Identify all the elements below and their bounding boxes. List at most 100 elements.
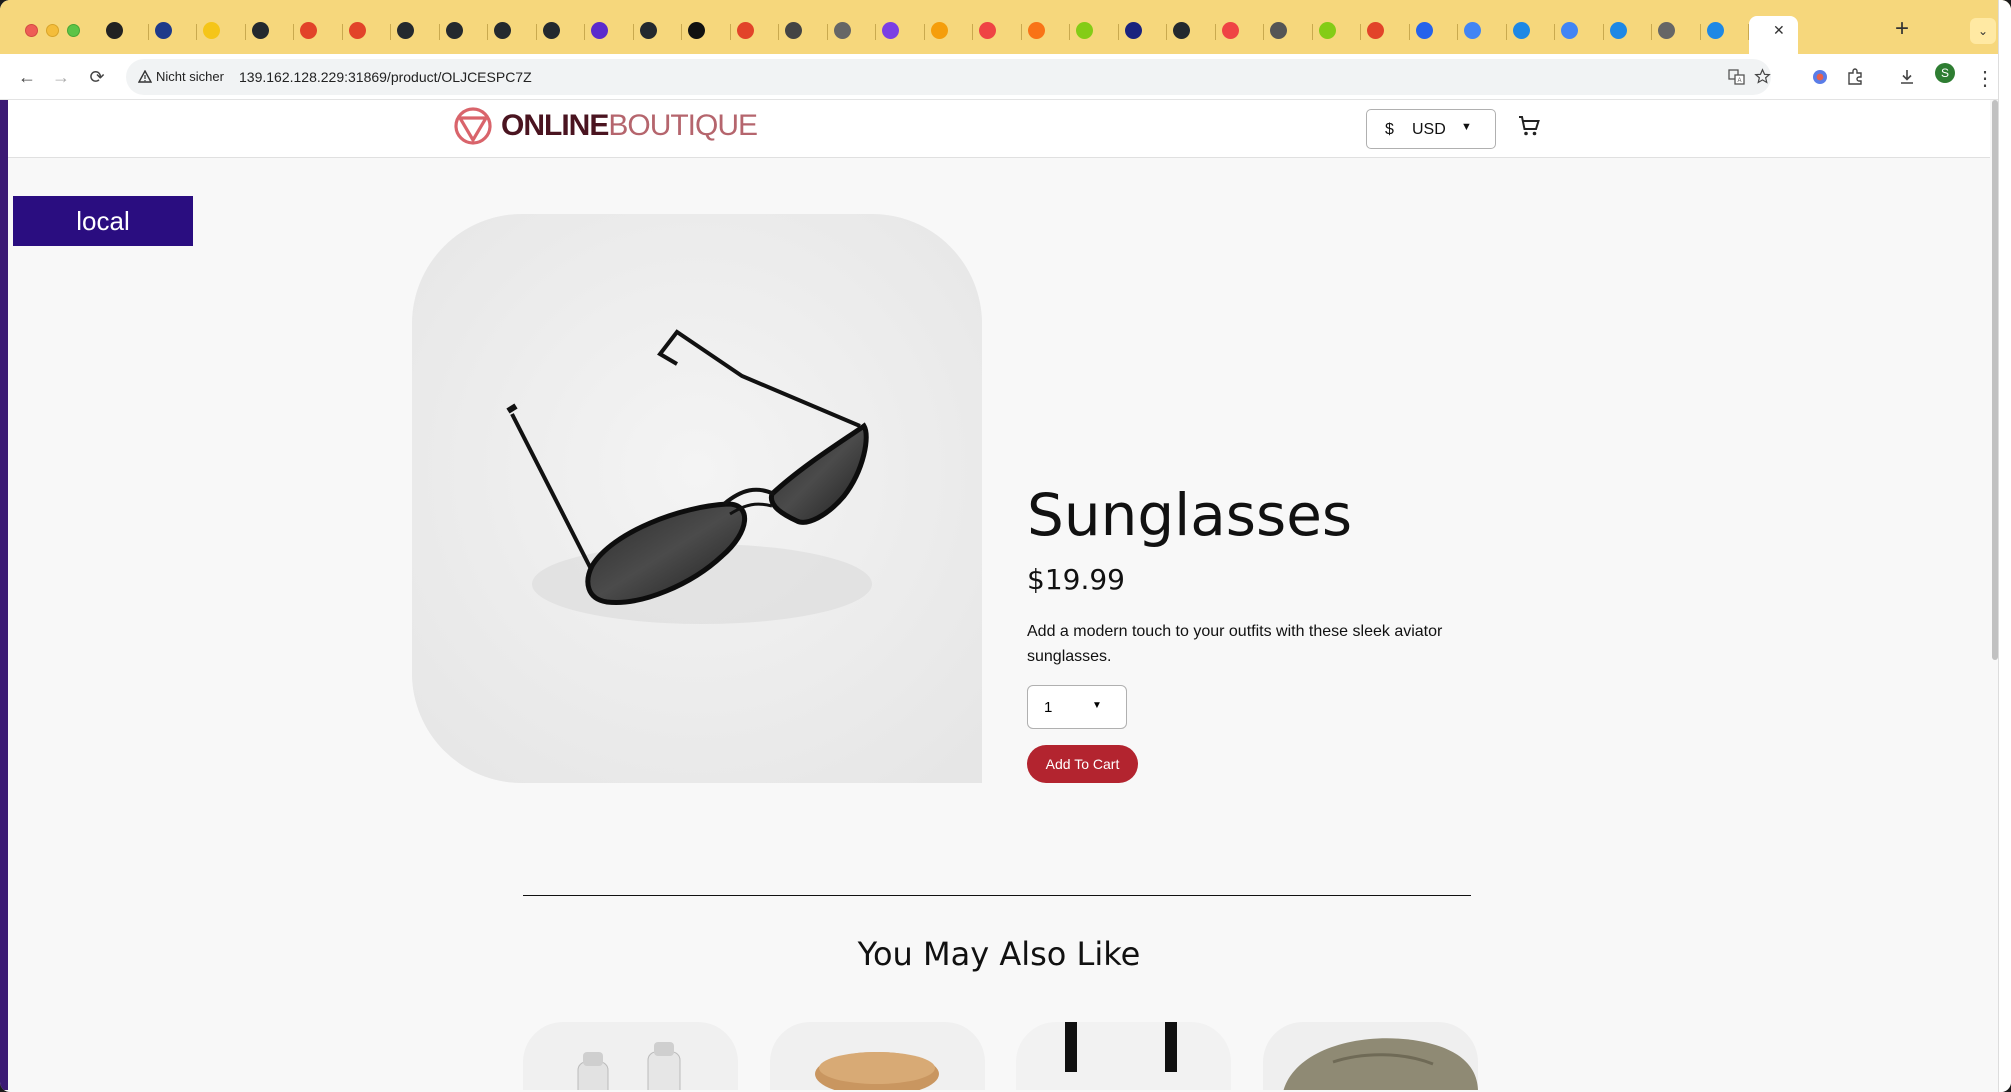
- browser-tab[interactable]: [925, 16, 973, 46]
- tab-favicon-icon: [1027, 22, 1045, 39]
- tab-favicon-icon: [397, 22, 414, 39]
- browser-tab[interactable]: [973, 16, 1022, 46]
- currency-code: USD: [1412, 121, 1446, 138]
- close-tab-icon[interactable]: ✕: [1773, 22, 1785, 39]
- left-window-edge: [0, 100, 8, 1090]
- tab-search-button[interactable]: ⌄: [1970, 18, 1996, 44]
- tab-favicon-icon: [591, 22, 608, 39]
- browser-tab[interactable]: [1119, 16, 1167, 46]
- browser-tab[interactable]: [682, 16, 731, 46]
- tab-favicon-icon: [1609, 22, 1627, 39]
- loafers-icon: [1263, 1022, 1478, 1090]
- browser-tab[interactable]: [828, 16, 876, 46]
- add-to-cart-button[interactable]: Add To Cart: [1027, 745, 1138, 783]
- extension-icon[interactable]: [1811, 68, 1829, 91]
- profile-avatar[interactable]: S: [1935, 63, 1955, 83]
- browser-tab[interactable]: [1555, 16, 1604, 46]
- browser-tab[interactable]: [1652, 16, 1701, 46]
- tab-favicon-icon: [494, 22, 511, 39]
- tab-favicon-icon: [1367, 22, 1384, 39]
- extensions-puzzle-icon[interactable]: [1846, 68, 1864, 91]
- tab-favicon-icon: [1512, 22, 1530, 39]
- right-window-edge: [1998, 0, 2011, 1092]
- browser-tab[interactable]: [343, 16, 391, 46]
- browser-tab[interactable]: [1022, 16, 1070, 46]
- new-tab-button[interactable]: +: [1890, 15, 1914, 43]
- logo-icon: [454, 107, 492, 145]
- tab-favicon-icon: [542, 22, 560, 39]
- bookmark-star-icon[interactable]: [1754, 68, 1771, 89]
- close-window-button[interactable]: [25, 24, 38, 37]
- browser-tab[interactable]: [585, 16, 634, 46]
- browser-tab[interactable]: [731, 16, 779, 46]
- tab-favicon-icon: [1318, 22, 1336, 39]
- address-bar[interactable]: Nicht sicher 139.162.128.229:31869/produ…: [126, 59, 1771, 95]
- site-info-button[interactable]: Nicht sicher: [138, 69, 224, 84]
- browser-tab[interactable]: [1604, 16, 1652, 46]
- recommendation-card[interactable]: [1263, 1022, 1478, 1090]
- tab-favicon-icon: [1221, 22, 1239, 39]
- browser-tab[interactable]: [1167, 16, 1216, 46]
- tab-favicon-icon: [106, 22, 123, 39]
- browser-tab[interactable]: [537, 16, 585, 46]
- tab-favicon-icon: [833, 22, 851, 39]
- salt-pepper-shakers-icon: [523, 1022, 738, 1090]
- logo-wordmark: ONLINEBOUTIQUE: [501, 109, 758, 143]
- tab-favicon-icon: [300, 22, 317, 39]
- quantity-select[interactable]: 1 ▼: [1027, 685, 1127, 729]
- recommendation-card[interactable]: [523, 1022, 738, 1090]
- recommendation-card[interactable]: [1016, 1022, 1231, 1090]
- bamboo-glass-jar-icon: [770, 1022, 985, 1090]
- section-divider: [523, 895, 1471, 896]
- browser-window: ✕ + ⌄ ← → ⟳ Nicht sicher 139.162.128.229…: [0, 0, 2011, 1092]
- browser-tab[interactable]: [1216, 16, 1264, 46]
- tab-favicon-icon: [736, 22, 754, 39]
- browser-tab[interactable]: [634, 16, 682, 46]
- browser-tab[interactable]: [100, 16, 149, 46]
- browser-tab[interactable]: [294, 16, 343, 46]
- browser-tab[interactable]: [197, 16, 246, 46]
- currency-selector[interactable]: $ USD ▼: [1366, 109, 1496, 149]
- tab-list: ✕: [100, 16, 1798, 60]
- caret-down-icon: ▼: [1461, 121, 1472, 133]
- logo-online: ONLINE: [501, 109, 609, 142]
- cart-icon[interactable]: [1517, 114, 1541, 144]
- tab-favicon-icon: [1173, 22, 1190, 39]
- browser-tab[interactable]: [1458, 16, 1507, 46]
- browser-tab[interactable]: [488, 16, 537, 46]
- more-menu-icon[interactable]: ⋮: [1975, 66, 1995, 91]
- tab-favicon-icon: [1706, 22, 1724, 39]
- forward-button[interactable]: →: [46, 62, 76, 92]
- browser-tab[interactable]: [1313, 16, 1361, 46]
- browser-tab[interactable]: [876, 16, 925, 46]
- minimize-window-button[interactable]: [46, 24, 59, 37]
- browser-tab[interactable]: [779, 16, 828, 46]
- browser-tab[interactable]: [1507, 16, 1555, 46]
- downloads-icon[interactable]: [1898, 68, 1916, 91]
- svg-text:A: A: [1737, 78, 1741, 84]
- browser-tab[interactable]: [440, 16, 488, 46]
- tote-bag-icon: [1016, 1022, 1231, 1090]
- tab-favicon-icon: [203, 22, 220, 39]
- browser-tab[interactable]: [391, 16, 440, 46]
- tab-favicon-icon: [1124, 22, 1142, 39]
- translate-icon[interactable]: A: [1728, 68, 1746, 90]
- tab-favicon-icon: [979, 22, 996, 39]
- browser-tab[interactable]: [1070, 16, 1119, 46]
- browser-tab[interactable]: [149, 16, 197, 46]
- tab-favicon-icon: [639, 22, 657, 39]
- site-header: ONLINEBOUTIQUE $ USD ▼: [8, 100, 1990, 158]
- url-text[interactable]: 139.162.128.229:31869/product/OLJCESPC7Z: [239, 69, 532, 85]
- back-button[interactable]: ←: [12, 62, 42, 92]
- environment-badge: local: [13, 196, 193, 246]
- recommendation-card[interactable]: [770, 1022, 985, 1090]
- browser-tab[interactable]: [1361, 16, 1410, 46]
- browser-tab[interactable]: [1410, 16, 1458, 46]
- browser-tab[interactable]: [1264, 16, 1313, 46]
- browser-tab[interactable]: [246, 16, 294, 46]
- browser-tab[interactable]: [1701, 16, 1749, 46]
- reload-button[interactable]: ⟳: [82, 62, 112, 92]
- maximize-window-button[interactable]: [67, 24, 80, 37]
- tab-favicon-icon: [930, 22, 948, 39]
- site-logo[interactable]: ONLINEBOUTIQUE: [453, 106, 758, 146]
